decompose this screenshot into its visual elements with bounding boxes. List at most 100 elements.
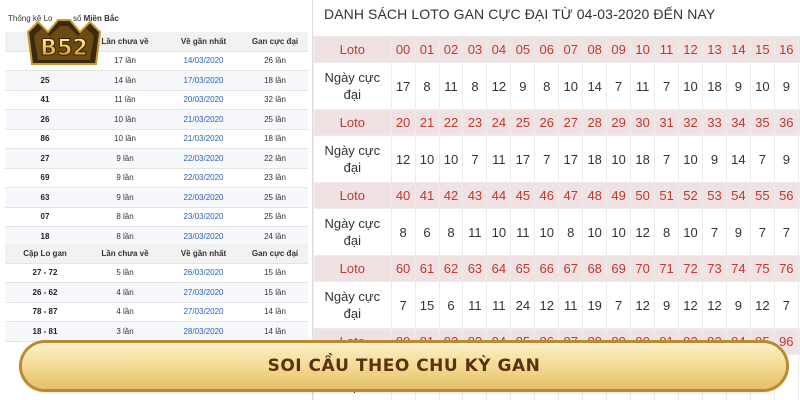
loto-number-cell[interactable]: 09 [606, 36, 632, 63]
loto-number-cell[interactable]: 33 [701, 109, 727, 136]
loto-number-cell[interactable]: 15 [749, 36, 775, 63]
loto-number-cell[interactable]: 46 [534, 182, 560, 209]
loto-number-cell[interactable]: 54 [725, 182, 751, 209]
loto-number-cell[interactable]: 72 [678, 255, 703, 282]
loto-number-cell[interactable]: 36 [773, 109, 799, 136]
max-days-cell: 10 [678, 208, 703, 256]
loto-number-cell[interactable]: 24 [486, 109, 512, 136]
loto-number-cell[interactable]: 48 [582, 182, 608, 209]
loto-number-cell[interactable]: 25 [510, 109, 536, 136]
max-days-cell: 9 [725, 62, 751, 110]
loto-number-cell[interactable]: 23 [462, 109, 488, 136]
loto-number-cell[interactable]: 41 [414, 182, 440, 209]
loto-number-cell[interactable]: 03 [462, 36, 488, 63]
max-days-cell: 7 [773, 281, 799, 329]
loto-number-cell[interactable]: 05 [510, 36, 536, 63]
loto-number-cell[interactable]: 42 [438, 182, 464, 209]
max-days-cell: 17 [558, 135, 584, 183]
loto-number-cell[interactable]: 27 [558, 109, 584, 136]
loto-number-cell[interactable]: 07 [558, 36, 584, 63]
loto-number-cell[interactable]: 02 [438, 36, 464, 63]
max-days-cell: 7 [749, 208, 775, 256]
loto-number-cell[interactable]: 62 [438, 255, 464, 282]
banner-text: SOI CẦU THEO CHU KỲ GAN [267, 356, 541, 376]
loto-number-cell[interactable]: 51 [654, 182, 680, 209]
loto-number-cell[interactable]: 30 [630, 109, 656, 136]
loto-number-cell[interactable]: 70 [630, 255, 656, 282]
loto-number-cell[interactable]: 11 [654, 36, 680, 63]
loto-number-cell[interactable]: 44 [486, 182, 512, 209]
loto-number-cell[interactable]: 22 [438, 109, 464, 136]
loto-number-cell[interactable]: 76 [773, 255, 799, 282]
max-days-cell: 10 [486, 208, 512, 256]
max-days-cell: 10 [606, 135, 632, 183]
table-cell: 32 lần [242, 89, 308, 110]
max-days-cell: 11 [462, 208, 488, 256]
loto-number-cell[interactable]: 08 [582, 36, 608, 63]
loto-number-cell[interactable]: 26 [534, 109, 560, 136]
loto-number-cell[interactable]: 73 [701, 255, 727, 282]
loto-number-cell[interactable]: 75 [749, 255, 775, 282]
loto-number-cell[interactable]: 61 [414, 255, 440, 282]
loto-number-cell[interactable]: 68 [582, 255, 608, 282]
loto-number-cell[interactable]: 64 [486, 255, 512, 282]
table-cell: 18 - 81 [5, 321, 85, 341]
max-days-cell: 11 [558, 281, 584, 329]
table-row: 26 - 62 4 lần 27/03/2020 15 lần [5, 282, 308, 302]
loto-number-cell[interactable]: 43 [462, 182, 488, 209]
max-days-cell: 8 [390, 208, 416, 256]
loto-number-cell[interactable]: 74 [725, 255, 751, 282]
loto-number-cell[interactable]: 66 [534, 255, 560, 282]
loto-number-cell[interactable]: 47 [558, 182, 584, 209]
column-header: Về gần nhất [165, 244, 242, 263]
loto-number-cell[interactable]: 50 [630, 182, 656, 209]
loto-number-cell[interactable]: 32 [678, 109, 703, 136]
loto-number-cell[interactable]: 00 [390, 36, 416, 63]
table-cell: 63 [5, 187, 85, 207]
loto-number-cell[interactable]: 21 [414, 109, 440, 136]
loto-number-cell[interactable]: 35 [749, 109, 775, 136]
max-days-cell: 7 [534, 135, 560, 183]
max-days-cell: 12 [701, 281, 727, 329]
loto-number-cell[interactable]: 52 [678, 182, 703, 209]
loto-number-cell[interactable]: 13 [701, 36, 727, 63]
loto-number-cell[interactable]: 20 [390, 109, 416, 136]
loto-number-cell[interactable]: 16 [773, 36, 799, 63]
loto-number-cell[interactable]: 14 [725, 36, 751, 63]
loto-number-cell[interactable]: 60 [390, 255, 416, 282]
loto-number-cell[interactable]: 29 [606, 109, 632, 136]
loto-number-cell[interactable]: 69 [606, 255, 632, 282]
max-days-cell: 12 [678, 281, 703, 329]
loto-number-cell[interactable]: 31 [654, 109, 680, 136]
loto-number-cell[interactable]: 53 [701, 182, 727, 209]
loto-number-cell[interactable]: 63 [462, 255, 488, 282]
loto-number-cell[interactable]: 49 [606, 182, 632, 209]
loto-number-cell[interactable]: 06 [534, 36, 560, 63]
max-days-cell: 7 [701, 208, 727, 256]
loto-number-row: Loto606162636465666768697071727374757677 [313, 255, 800, 282]
max-days-cell: 7 [749, 135, 775, 183]
loto-number-cell[interactable]: 55 [749, 182, 775, 209]
loto-number-cell[interactable]: 10 [630, 36, 656, 63]
max-days-cell: 11 [462, 281, 488, 329]
loto-number-cell[interactable]: 04 [486, 36, 512, 63]
loto-number-cell[interactable]: 34 [725, 109, 751, 136]
loto-number-cell[interactable]: 71 [654, 255, 680, 282]
loto-number-cell[interactable]: 12 [678, 36, 703, 63]
loto-gan-max-panel: DANH SÁCH LOTO GAN CỰC ĐẠI TỪ 04-03-2020… [312, 0, 800, 400]
loto-number-cell[interactable]: 40 [390, 182, 416, 209]
max-days-cell: 19 [582, 281, 608, 329]
loto-number-cell[interactable]: 67 [558, 255, 584, 282]
max-days-cell: 10 [749, 62, 775, 110]
table-cell: 14 lần [85, 70, 165, 90]
table-row: 27 - 72 5 lần 26/03/2020 15 lần [5, 262, 308, 283]
loto-number-cell[interactable]: 28 [582, 109, 608, 136]
max-days-cell: 9 [773, 135, 799, 183]
table-cell: 28/03/2020 [165, 321, 242, 341]
max-days-cell: 9 [725, 208, 751, 256]
table-cell: 86 [5, 128, 85, 149]
loto-number-cell[interactable]: 65 [510, 255, 536, 282]
loto-number-cell[interactable]: 01 [414, 36, 440, 63]
loto-number-cell[interactable]: 45 [510, 182, 536, 209]
loto-number-cell[interactable]: 56 [773, 182, 799, 209]
